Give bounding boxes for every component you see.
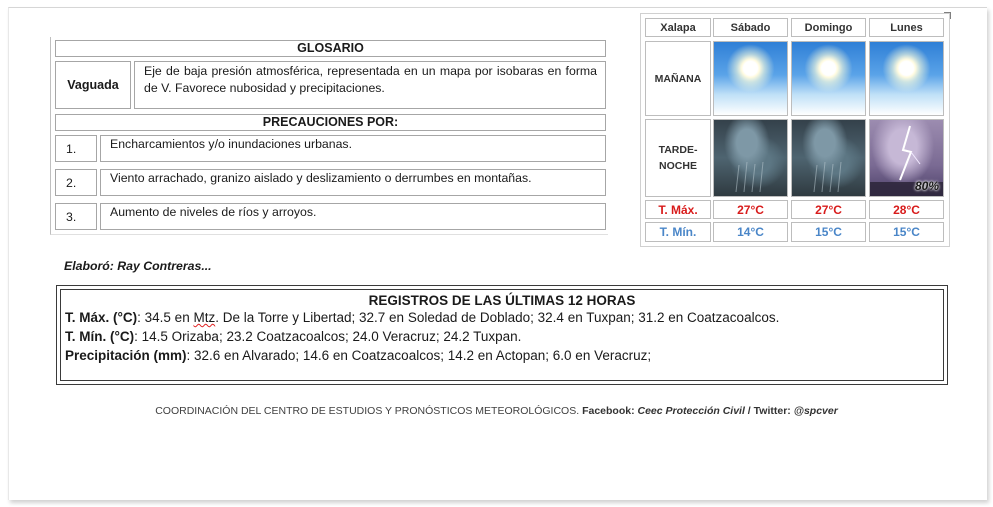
records-precip-line: Precipitación (mm): 32.6 en Alvarado; 14…: [61, 346, 943, 365]
records-tmax-label: T. Máx. (°C): [65, 310, 138, 325]
sunny-icon: [791, 41, 866, 116]
forecast-day: Domingo: [791, 18, 866, 37]
rain-streaks-icon: [813, 161, 842, 193]
precaution-number: 3.: [55, 203, 97, 230]
records-title: REGISTROS DE LAS ÚLTIMAS 12 HORAS: [368, 293, 636, 308]
precaution-number: 2.: [55, 169, 97, 196]
spellcheck-word[interactable]: Mtz: [193, 310, 215, 325]
afternoon-label: TARDE-NOCHE: [645, 119, 711, 197]
records-box: REGISTROS DE LAS ÚLTIMAS 12 HORAS T. Máx…: [56, 285, 948, 385]
sunny-icon: [713, 41, 788, 116]
records-inner-border: REGISTROS DE LAS ÚLTIMAS 12 HORAS T. Máx…: [60, 289, 944, 381]
footer-twitter-value: @spcver: [793, 405, 838, 417]
tmin-value: 15°C: [869, 222, 944, 242]
precaution-text: Viento arrachado, granizo aislado y desl…: [100, 169, 606, 196]
rain-streaks-icon: [735, 161, 764, 193]
footer-credits: COORDINACIÓN DEL CENTRO DE ESTUDIOS Y PR…: [0, 405, 993, 417]
records-tmax-text-rest: . De la Torre y Libertad; 32.7 en Soleda…: [215, 310, 780, 325]
sunny-icon: [869, 41, 944, 116]
glossary-term: Vaguada: [55, 61, 131, 109]
records-tmin-label: T. Mín. (°C): [65, 329, 135, 344]
records-tmin-text: : 14.5 Orizaba; 23.2 Coatzacoalcos; 24.0…: [134, 329, 522, 344]
storm-icon: [713, 119, 788, 197]
tmax-value: 27°C: [713, 200, 788, 219]
precaution-number: 1.: [55, 135, 97, 162]
morning-label: MAÑANA: [645, 41, 711, 116]
forecast-day: Lunes: [869, 18, 944, 37]
footer-facebook-value: Ceec Protección Civil: [637, 405, 745, 417]
rain-probability: 80%: [914, 179, 939, 193]
forecast-day: Sábado: [713, 18, 788, 37]
precautions-title: PRECAUCIONES POR:: [55, 114, 606, 131]
records-precip-label: Precipitación (mm): [65, 348, 187, 363]
tmax-value: 28°C: [869, 200, 944, 219]
author-credit: Elaboró: Ray Contreras...: [64, 259, 212, 273]
footer-facebook-label: Facebook:: [582, 405, 638, 417]
tmax-label: T. Máx.: [645, 200, 711, 219]
forecast-table: Xalapa Sábado Domingo Lunes MAÑANA TARDE…: [640, 13, 950, 247]
tmin-value: 14°C: [713, 222, 788, 242]
storm-icon: [791, 119, 866, 197]
footer-separator: /: [744, 405, 754, 417]
glossary-title: GLOSARIO: [55, 40, 606, 57]
thunderstorm-icon: 80%: [869, 119, 944, 197]
tmin-value: 15°C: [791, 222, 866, 242]
records-tmax-line: T. Máx. (°C): 34.5 en Mtz. De la Torre y…: [61, 308, 943, 327]
precaution-text: Aumento de niveles de ríos y arroyos.: [100, 203, 606, 230]
tmin-label: T. Mín.: [645, 222, 711, 242]
records-tmin-line: T. Mín. (°C): 14.5 Orizaba; 23.2 Coatzac…: [61, 327, 943, 346]
records-tmax-text: : 34.5 en: [137, 310, 194, 325]
tmax-value: 27°C: [791, 200, 866, 219]
records-precip-text: : 32.6 en Alvarado; 14.6 en Coatzacoalco…: [186, 348, 652, 363]
footer-prefix: COORDINACIÓN DEL CENTRO DE ESTUDIOS Y PR…: [155, 405, 583, 417]
forecast-city: Xalapa: [645, 18, 711, 37]
glossary-table: GLOSARIO Vaguada Eje de baja presión atm…: [50, 37, 608, 235]
footer-twitter-label: Twitter:: [753, 405, 794, 417]
precaution-text: Encharcamientos y/o inundaciones urbanas…: [100, 135, 606, 162]
glossary-definition: Eje de baja presión atmosférica, represe…: [134, 61, 606, 109]
